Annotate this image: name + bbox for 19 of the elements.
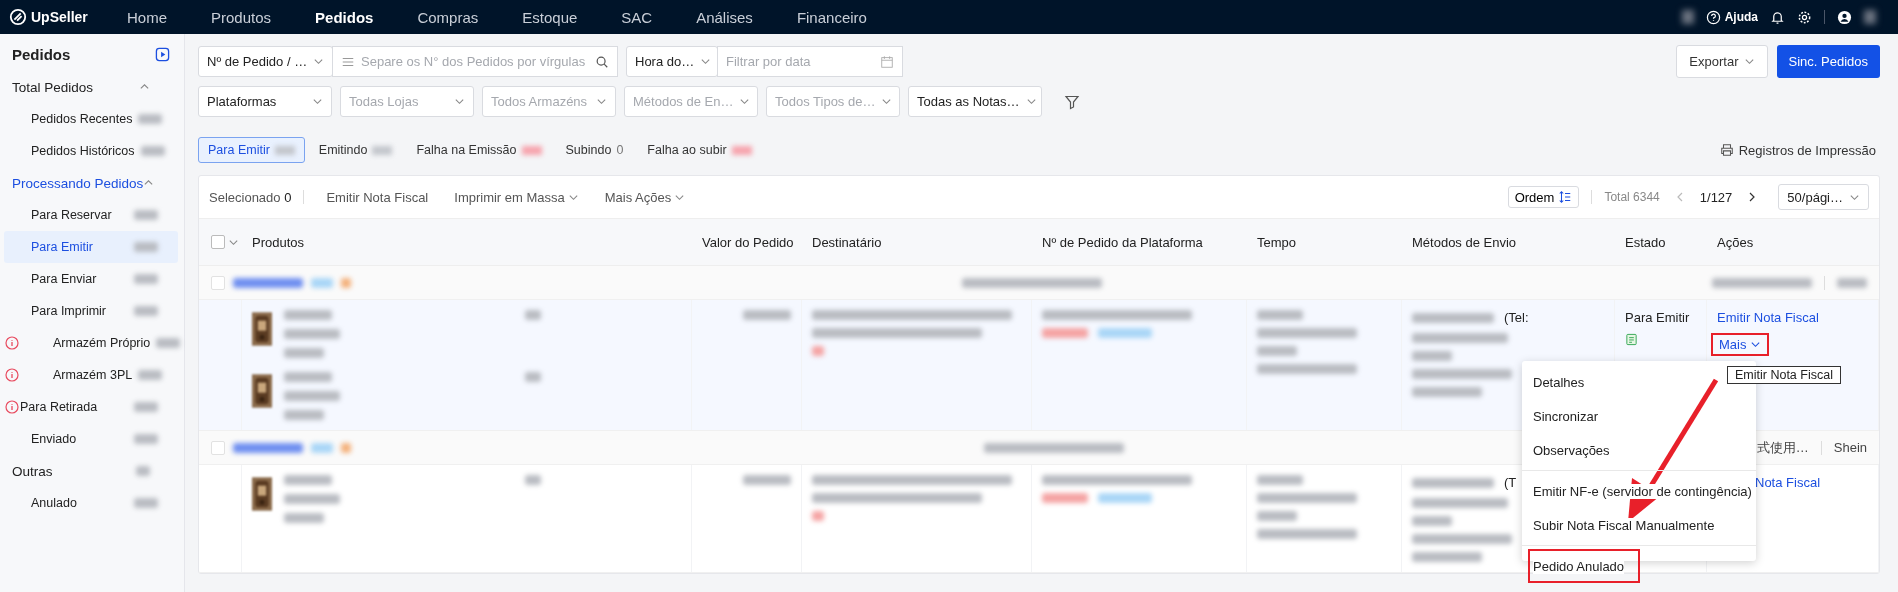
selected-count: Selecionado 0 xyxy=(209,189,292,205)
column-header: Valor do Pedido xyxy=(702,234,794,250)
column-header: Destinatário xyxy=(812,234,882,250)
column-header: Ações xyxy=(1717,234,1754,250)
status-text: Para Emitir xyxy=(1625,310,1691,325)
total-count: Total 6344 xyxy=(1604,190,1660,204)
column-header: Tempo xyxy=(1257,234,1297,250)
column-header: Estado xyxy=(1625,234,1666,250)
column-header: Nº de Pedido da Plataforma xyxy=(1042,234,1203,250)
store-name: 式使用… xyxy=(1756,438,1809,457)
page-indicator: 1/127 xyxy=(1699,189,1733,205)
column-header: Produtos xyxy=(252,234,305,250)
tooltip: Emitir Nota Fiscal xyxy=(1727,366,1841,384)
shipping-text: (Tel: xyxy=(1504,310,1529,325)
logo-text: UpSeller xyxy=(31,9,88,25)
column-header: Métodos de Envio xyxy=(1412,234,1517,250)
sidebar-title: Pedidos xyxy=(12,46,71,63)
shipping-text: (T xyxy=(1504,475,1517,490)
platform-name: Shein xyxy=(1833,440,1867,455)
